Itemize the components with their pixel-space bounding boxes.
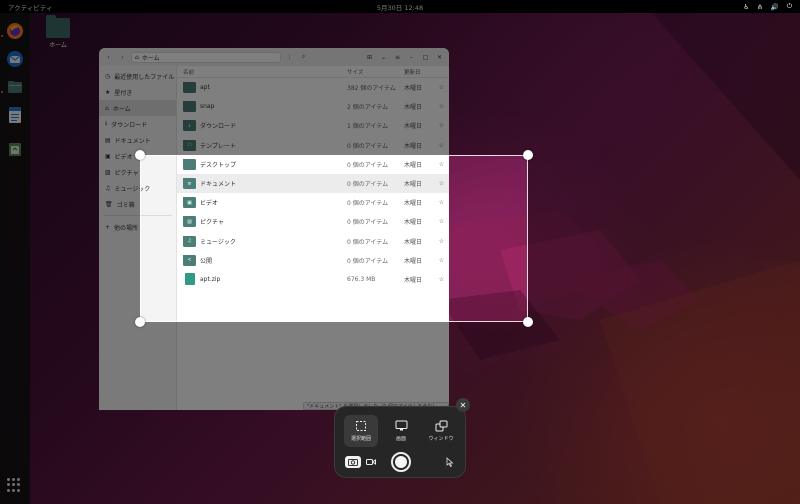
screenshot-dim-top [0,0,800,155]
shutter-button[interactable] [391,452,411,472]
screenshot-dim-right [528,155,800,322]
system-tray[interactable]: ♿ ⋔ 🔊 ⏻ [743,2,792,11]
mode-selection-button[interactable]: 選択範囲 [344,415,378,447]
window-icon [435,420,447,432]
mode-label: 画面 [395,436,406,442]
power-icon[interactable]: ⏻ [787,2,792,11]
monitor-icon [395,420,407,431]
close-screenshot-button[interactable]: ✕ [456,398,470,412]
screenshot-dim-left [0,155,140,322]
mode-screen-button[interactable]: 画面 [384,415,418,447]
selection-handle-top-left[interactable] [135,150,145,160]
network-icon[interactable]: ⋔ [757,3,762,11]
mode-window-button[interactable]: ウィンドウ [424,415,458,447]
mode-label: ウィンドウ [428,436,454,442]
selection-icon [356,421,366,431]
volume-icon[interactable]: 🔊 [771,3,779,11]
pointer-icon[interactable] [443,455,457,469]
selection-area[interactable] [140,155,528,322]
capture-type-toggle[interactable] [345,455,379,469]
video-camera-icon[interactable] [364,456,380,468]
screenshot-panel: 選択範囲 画面 ウィンドウ [334,406,466,478]
accessibility-icon[interactable]: ♿ [743,3,749,11]
selection-handle-bottom-right[interactable] [523,317,533,327]
selection-handle-bottom-left[interactable] [135,317,145,327]
camera-icon[interactable] [345,456,361,468]
mode-label: 選択範囲 [350,436,371,442]
selection-handle-top-right[interactable] [523,150,533,160]
